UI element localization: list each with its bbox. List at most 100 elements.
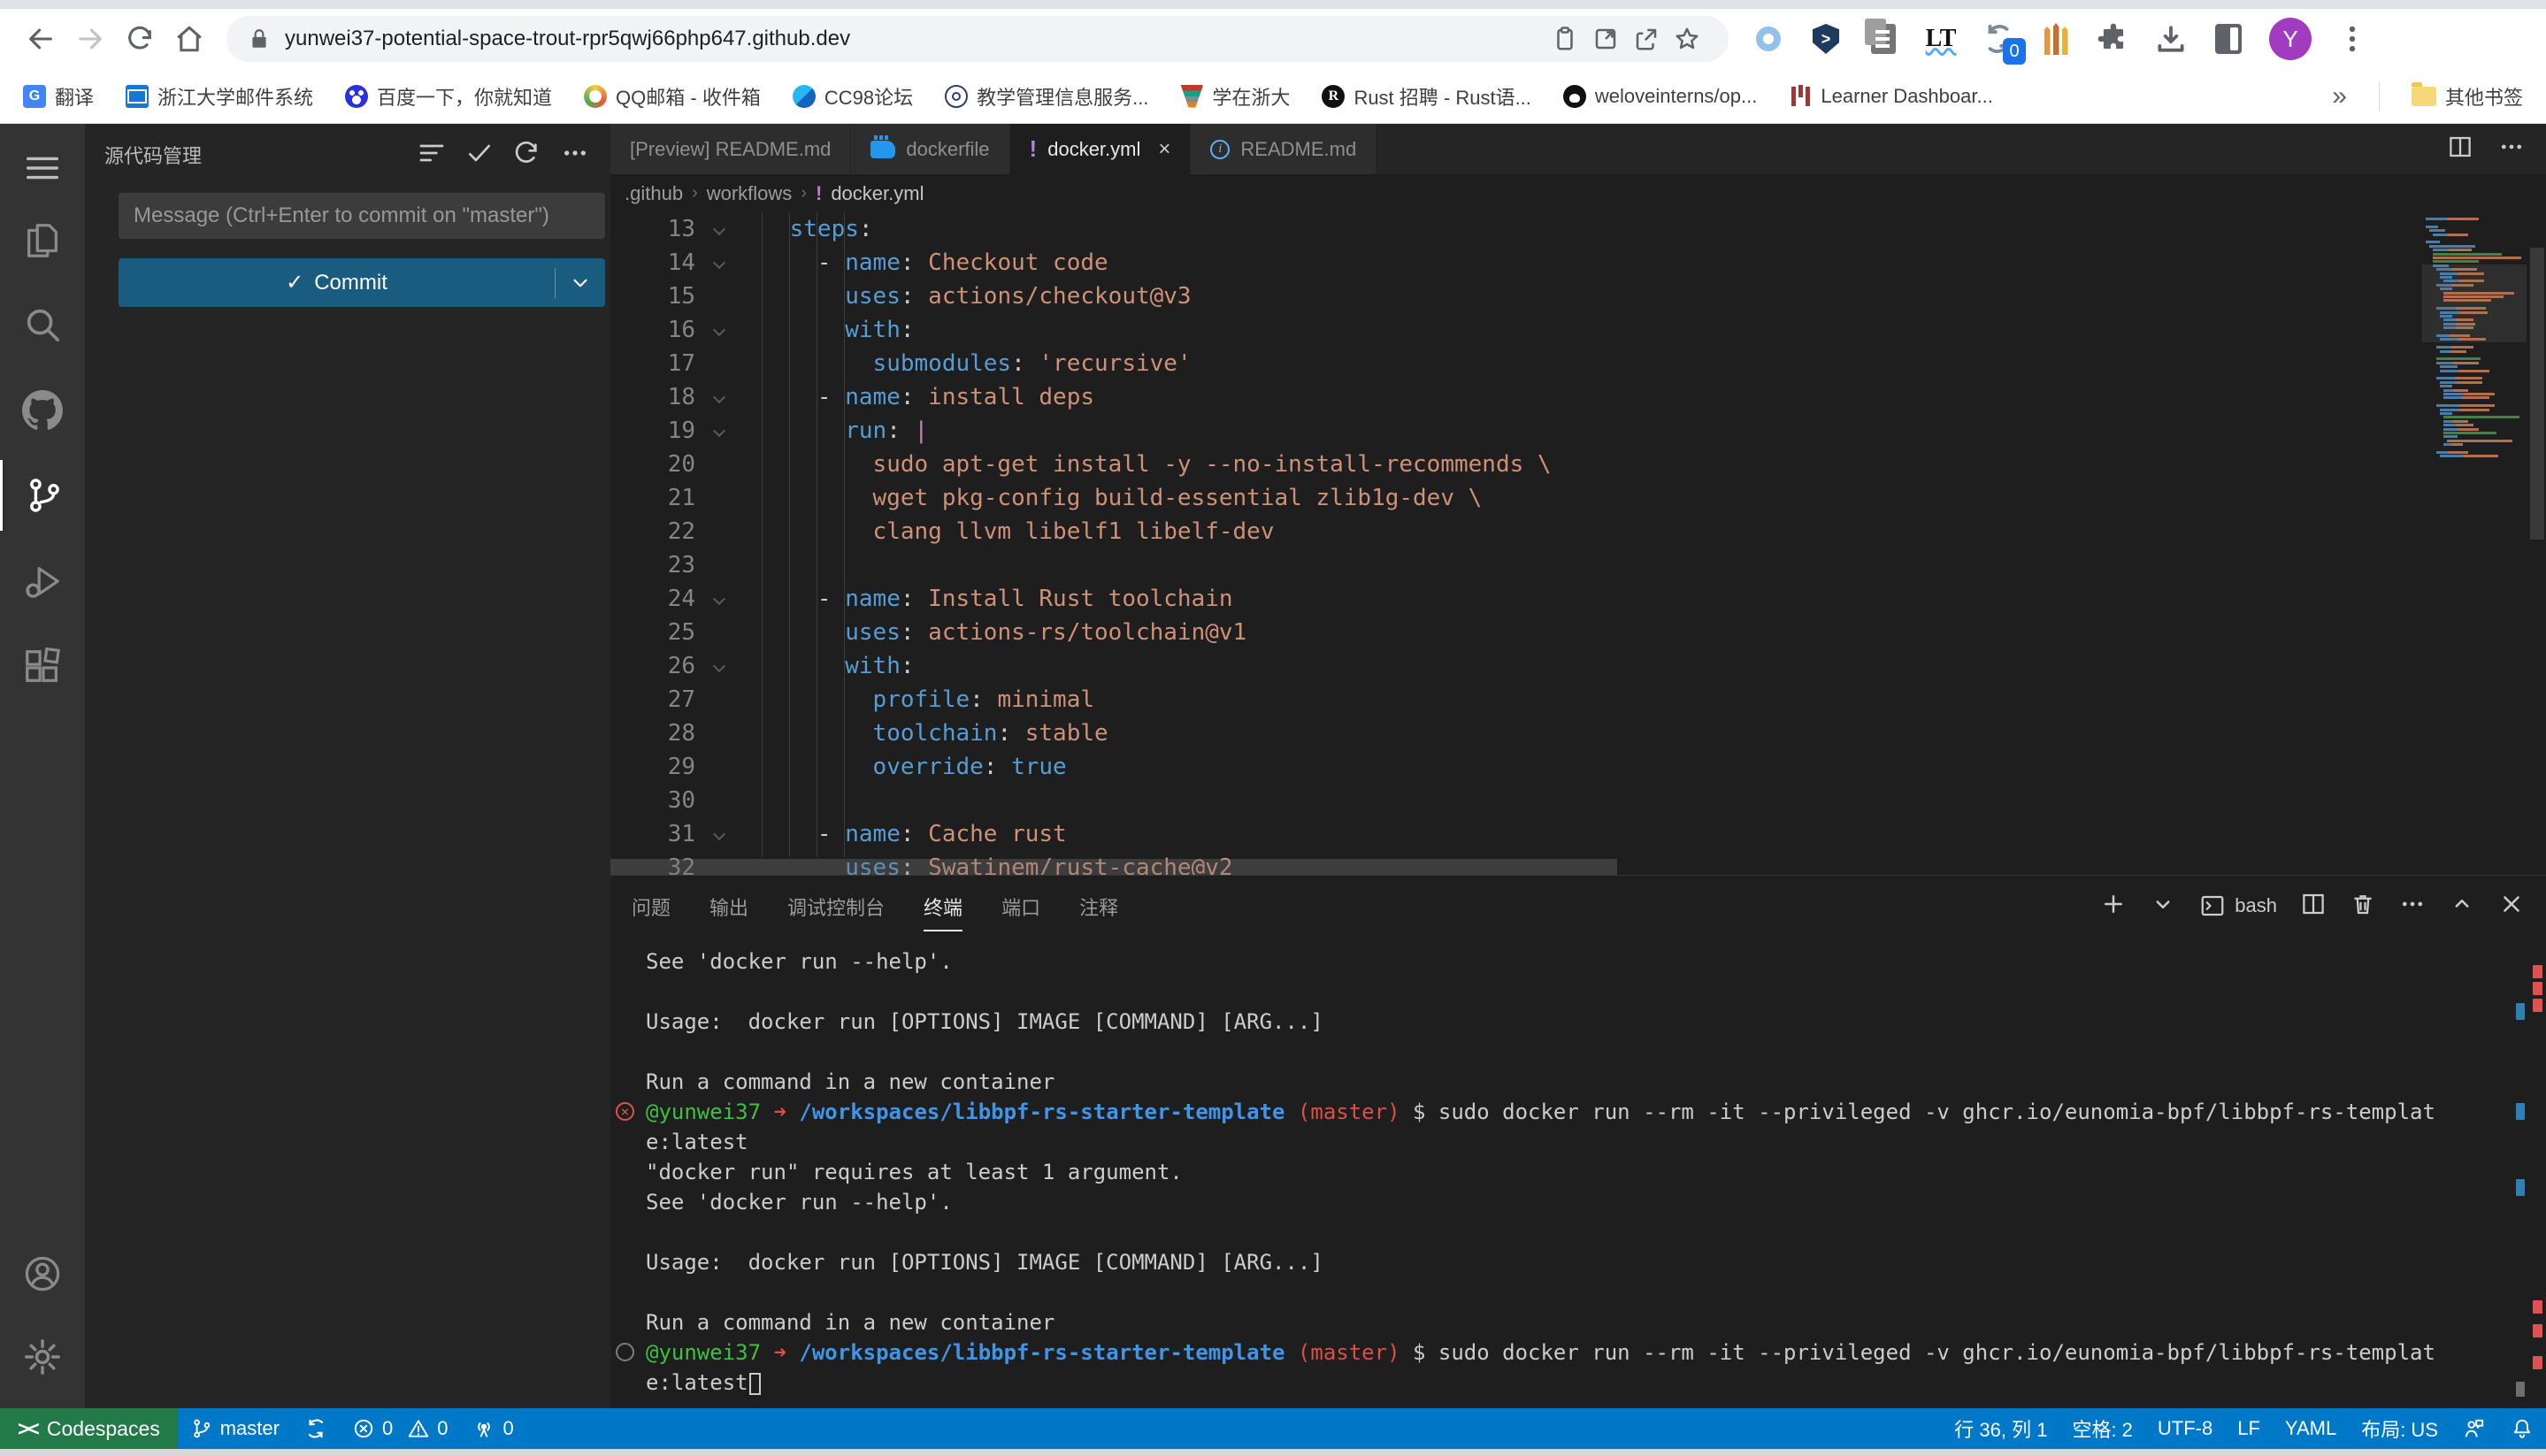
- bookmark-item[interactable]: RRust 招聘 - Rust语...: [1322, 82, 1530, 111]
- home-button[interactable]: [165, 14, 214, 64]
- ports-status[interactable]: 0: [460, 1408, 525, 1449]
- layout-indicator[interactable]: 布局: US: [2349, 1408, 2450, 1449]
- panel-tab[interactable]: 问题: [632, 880, 671, 931]
- scm-commit-check-icon[interactable]: [465, 139, 494, 172]
- code-line[interactable]: 29 override: true: [610, 750, 2546, 784]
- search-icon[interactable]: [0, 289, 85, 360]
- code-line[interactable]: 26 with:: [610, 649, 2546, 683]
- breadcrumb-file[interactable]: docker.yml: [831, 182, 924, 205]
- code-line[interactable]: 25 uses: actions-rs/toolchain@v1: [610, 616, 2546, 649]
- editor-scrollbar[interactable]: [2530, 248, 2544, 540]
- ring-extension-icon[interactable]: [1752, 22, 1785, 56]
- close-tab-icon[interactable]: ×: [1158, 137, 1170, 162]
- line-col-indicator[interactable]: 行 36, 列 1: [1942, 1408, 2059, 1449]
- bookmark-item[interactable]: CC98论坛: [793, 82, 913, 111]
- tab-readme-md[interactable]: iREADME.md: [1191, 124, 1377, 174]
- tab-dockerfile[interactable]: dockerfile: [851, 124, 1009, 174]
- bookmark-item[interactable]: QQ邮箱 - 收件箱: [584, 82, 761, 111]
- clipboard-icon[interactable]: [1545, 19, 1585, 59]
- problems-status[interactable]: 0 0: [340, 1408, 461, 1449]
- code-editor[interactable]: 13 steps:14 - name: Checkout code15 uses…: [610, 212, 2546, 875]
- terminal-dropdown-chevron-icon[interactable]: [2150, 891, 2176, 922]
- code-line[interactable]: 15 uses: actions/checkout@v3: [610, 280, 2546, 313]
- code-line[interactable]: 22 clang llvm libelf1 libelf-dev: [610, 515, 2546, 548]
- run-debug-icon[interactable]: [0, 547, 85, 617]
- fold-chevron-icon[interactable]: [708, 817, 734, 851]
- feedback-icon[interactable]: [2450, 1408, 2498, 1449]
- bookmarks-overflow-chevron[interactable]: »: [2332, 81, 2347, 111]
- new-terminal-icon[interactable]: [2100, 891, 2127, 922]
- settings-gear-icon[interactable]: [0, 1322, 85, 1392]
- code-line[interactable]: 19 run: |: [610, 414, 2546, 448]
- commit-message-input[interactable]: [119, 193, 605, 239]
- panel-tab[interactable]: 调试控制台: [787, 880, 885, 931]
- source-control-icon[interactable]: [0, 460, 85, 531]
- bookmark-star-icon[interactable]: [1667, 19, 1707, 59]
- scm-view-options-icon[interactable]: [418, 139, 446, 172]
- bookmark-item[interactable]: 教学管理信息服务...: [945, 82, 1148, 111]
- code-line[interactable]: 18 - name: install deps: [610, 380, 2546, 414]
- menu-hamburger-icon[interactable]: [0, 133, 85, 203]
- panel-tab[interactable]: 端口: [1001, 880, 1040, 931]
- bookmark-item[interactable]: weloveinterns/op...: [1563, 85, 1757, 108]
- panel-tab[interactable]: 输出: [709, 880, 748, 931]
- code-line[interactable]: 24 - name: Install Rust toolchain: [610, 582, 2546, 616]
- fold-chevron-icon[interactable]: [708, 313, 734, 347]
- extensions-icon[interactable]: [0, 632, 85, 702]
- fold-chevron-icon[interactable]: [708, 414, 734, 448]
- code-line[interactable]: 13 steps:: [610, 212, 2546, 246]
- bookmark-item[interactable]: 百度一下，你就知道: [345, 82, 552, 111]
- bookmark-item[interactable]: 学在浙大: [1180, 82, 1290, 111]
- back-button[interactable]: [16, 14, 65, 64]
- code-line[interactable]: 28 toolchain: stable: [610, 717, 2546, 750]
- minimap[interactable]: [2422, 212, 2527, 875]
- code-line[interactable]: 30: [610, 784, 2546, 817]
- copy-extension-icon[interactable]: [1867, 22, 1900, 56]
- code-line[interactable]: 27 profile: minimal: [610, 683, 2546, 717]
- languagetool-icon[interactable]: LT: [1924, 22, 1958, 56]
- bookmark-item[interactable]: G翻译: [23, 82, 94, 111]
- indentation-indicator[interactable]: 空格: 2: [2059, 1408, 2144, 1449]
- pencils-extension-icon[interactable]: [2039, 22, 2073, 56]
- breadcrumb-subfolder[interactable]: workflows: [707, 182, 793, 205]
- notifications-bell-icon[interactable]: [2498, 1408, 2546, 1449]
- open-in-new-icon[interactable]: [1585, 19, 1626, 59]
- sync-status[interactable]: [292, 1408, 340, 1449]
- tab-docker-yml[interactable]: !docker.yml×: [1010, 124, 1192, 174]
- github-icon[interactable]: [0, 375, 85, 446]
- browser-avatar[interactable]: Y: [2269, 18, 2312, 60]
- panel-more-icon[interactable]: [2399, 891, 2426, 922]
- scm-more-icon[interactable]: [561, 139, 589, 172]
- code-line[interactable]: 20 sudo apt-get install -y --no-install-…: [610, 448, 2546, 481]
- tab--preview-readme-md[interactable]: [Preview] README.md: [610, 124, 851, 174]
- breadcrumb-folder[interactable]: .github: [625, 182, 683, 205]
- sync-extension-icon[interactable]: 0: [1982, 22, 2015, 56]
- fold-chevron-icon[interactable]: [708, 649, 734, 683]
- forward-button[interactable]: [65, 14, 115, 64]
- browser-menu-icon[interactable]: [2335, 22, 2369, 56]
- scm-refresh-icon[interactable]: [513, 139, 541, 172]
- code-line[interactable]: 17 submodules: 'recursive': [610, 347, 2546, 380]
- split-terminal-icon[interactable]: [2300, 891, 2327, 922]
- bookmark-item[interactable]: Learner Dashboar...: [1789, 85, 1992, 108]
- terminal-instance-bash[interactable]: bash: [2199, 893, 2277, 919]
- editor-more-icon[interactable]: [2498, 134, 2525, 165]
- sidebar-toggle-icon[interactable]: [2212, 22, 2245, 56]
- other-bookmarks[interactable]: 其他书签: [2412, 82, 2523, 111]
- reload-button[interactable]: [115, 14, 165, 64]
- breadcrumb[interactable]: .github › workflows › ! docker.yml: [610, 174, 2546, 212]
- encoding-indicator[interactable]: UTF-8: [2145, 1408, 2225, 1449]
- share-icon[interactable]: [1626, 19, 1667, 59]
- code-line[interactable]: 21 wget pkg-config build-essential zlib1…: [610, 481, 2546, 515]
- panel-tab[interactable]: 终端: [924, 880, 962, 931]
- panel-tab[interactable]: 注释: [1079, 880, 1118, 931]
- commit-button[interactable]: ✓ Commit: [119, 258, 605, 307]
- fold-chevron-icon[interactable]: [708, 212, 734, 246]
- code-line[interactable]: 16 with:: [610, 313, 2546, 347]
- language-indicator[interactable]: YAML: [2273, 1408, 2349, 1449]
- editor-hscrollbar[interactable]: [610, 859, 1617, 875]
- code-line[interactable]: 14 - name: Checkout code: [610, 246, 2546, 280]
- fold-chevron-icon[interactable]: [708, 582, 734, 616]
- bookmark-item[interactable]: 浙江大学邮件系统: [126, 82, 313, 111]
- remote-indicator[interactable]: >< Codespaces: [0, 1408, 178, 1449]
